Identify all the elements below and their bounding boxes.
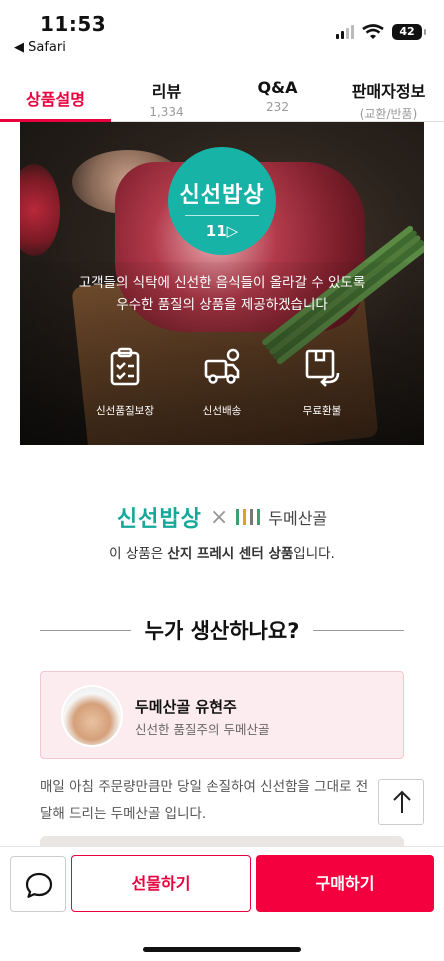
status-icons: 42 xyxy=(336,24,426,40)
tab-label: 리뷰 xyxy=(151,82,182,101)
tab-seller-info[interactable]: 판매자정보 (교환/반품) xyxy=(333,68,444,121)
chat-bubble-icon xyxy=(25,872,53,898)
producer-name: 두메산골 유현주 xyxy=(135,698,237,716)
feature-label: 신선배송 xyxy=(202,405,242,417)
tab-count: 1,334 xyxy=(149,105,184,119)
banner-copy-line: 우수한 품질의 상품을 제공하겠습니다 xyxy=(116,297,328,313)
wifi-icon xyxy=(362,24,384,39)
bottom-action-bar: 선물하기 구매하기 xyxy=(0,846,444,961)
tab-reviews[interactable]: 리뷰 1,334 xyxy=(111,68,222,121)
tab-description[interactable]: 상품설명 xyxy=(0,68,111,122)
pepper-bowl-image xyxy=(20,164,60,256)
return-box-icon xyxy=(305,349,340,387)
banner-copy-line: 고객들의 식탁에 신선한 음식들이 올라갈 수 있도록 xyxy=(78,275,366,291)
delivery-truck-icon xyxy=(204,348,240,384)
producer-description: 매일 아침 주문량만큼만 당일 손질하여 신선함을 그대로 전달해 드리는 두메… xyxy=(40,779,369,822)
status-bar: 11:53 ◀ Safari 42 xyxy=(0,0,444,62)
producer-heading: 누가 생산하나요? xyxy=(40,615,405,645)
brand-logo-right: 두메산골 xyxy=(268,509,328,528)
back-to-safari-link[interactable]: ◀ Safari xyxy=(14,40,66,55)
tab-qna[interactable]: Q&A 232 xyxy=(222,68,333,121)
gift-button[interactable]: 선물하기 xyxy=(71,855,251,912)
clipboard-check-icon xyxy=(110,347,140,386)
status-time: 11:53 xyxy=(40,12,107,36)
desc-highlight: 산지 프레시 센터 상품 xyxy=(167,546,294,562)
cellular-signal-icon xyxy=(336,25,354,39)
chat-button[interactable] xyxy=(10,856,66,912)
brand-cross: × xyxy=(209,504,229,530)
divider xyxy=(313,629,405,631)
desc-text: 입니다. xyxy=(293,546,335,562)
feature-label: 무료환불 xyxy=(302,405,342,417)
product-tabs: 상품설명 리뷰 1,334 Q&A 232 판매자정보 (교환/반품) xyxy=(0,68,444,122)
producer-card: 두메산골 유현주 신선한 품질주의 두메산골 xyxy=(40,671,404,759)
buy-button[interactable]: 구매하기 xyxy=(256,855,434,912)
section-title: 누가 생산하나요? xyxy=(144,619,300,643)
brand-collab: 신선밥상 × 두메산골 이 상품은 산지 프레시 센터 상품입니다. xyxy=(0,500,444,563)
feature-quality: 신선품질보장 xyxy=(80,347,170,418)
hero-banner-image: 신선밥상 11▷ 고객들의 식탁에 신선한 음식들이 올라갈 수 있도록 우수한… xyxy=(20,122,424,445)
tab-sub: (교환/반품) xyxy=(359,107,418,121)
divider xyxy=(40,629,131,631)
badge-sub: 11▷ xyxy=(205,222,239,240)
scroll-to-top-button[interactable] xyxy=(378,779,424,825)
tab-count: 232 xyxy=(266,100,289,114)
tab-label: 상품설명 xyxy=(26,90,85,109)
producer-avatar xyxy=(61,685,123,747)
dumesangol-logo-icon xyxy=(236,509,261,525)
tab-label: Q&A xyxy=(257,78,298,97)
tab-label: 판매자정보 xyxy=(351,82,426,101)
banner-copy: 고객들의 식탁에 신선한 음식들이 올라갈 수 있도록 우수한 품질의 상품을 … xyxy=(20,272,424,316)
badge-divider xyxy=(185,215,259,216)
home-indicator xyxy=(143,947,301,952)
feature-label: 신선품질보장 xyxy=(96,405,154,417)
producer-tagline: 신선한 품질주의 두메산골 xyxy=(135,722,270,737)
brand-badge: 신선밥상 11▷ xyxy=(168,147,276,255)
brand-logo-left: 신선밥상 xyxy=(116,507,202,532)
brand-description: 이 상품은 산지 프레시 센터 상품입니다. xyxy=(0,542,444,562)
arrow-up-icon xyxy=(393,790,411,813)
next-image-peek xyxy=(40,836,404,846)
feature-refund: 무료환불 xyxy=(277,347,367,418)
feature-delivery: 신선배송 xyxy=(177,347,267,418)
battery-icon: 42 xyxy=(392,24,426,40)
desc-text: 이 상품은 xyxy=(109,546,168,562)
badge-title: 신선밥상 xyxy=(179,183,265,208)
